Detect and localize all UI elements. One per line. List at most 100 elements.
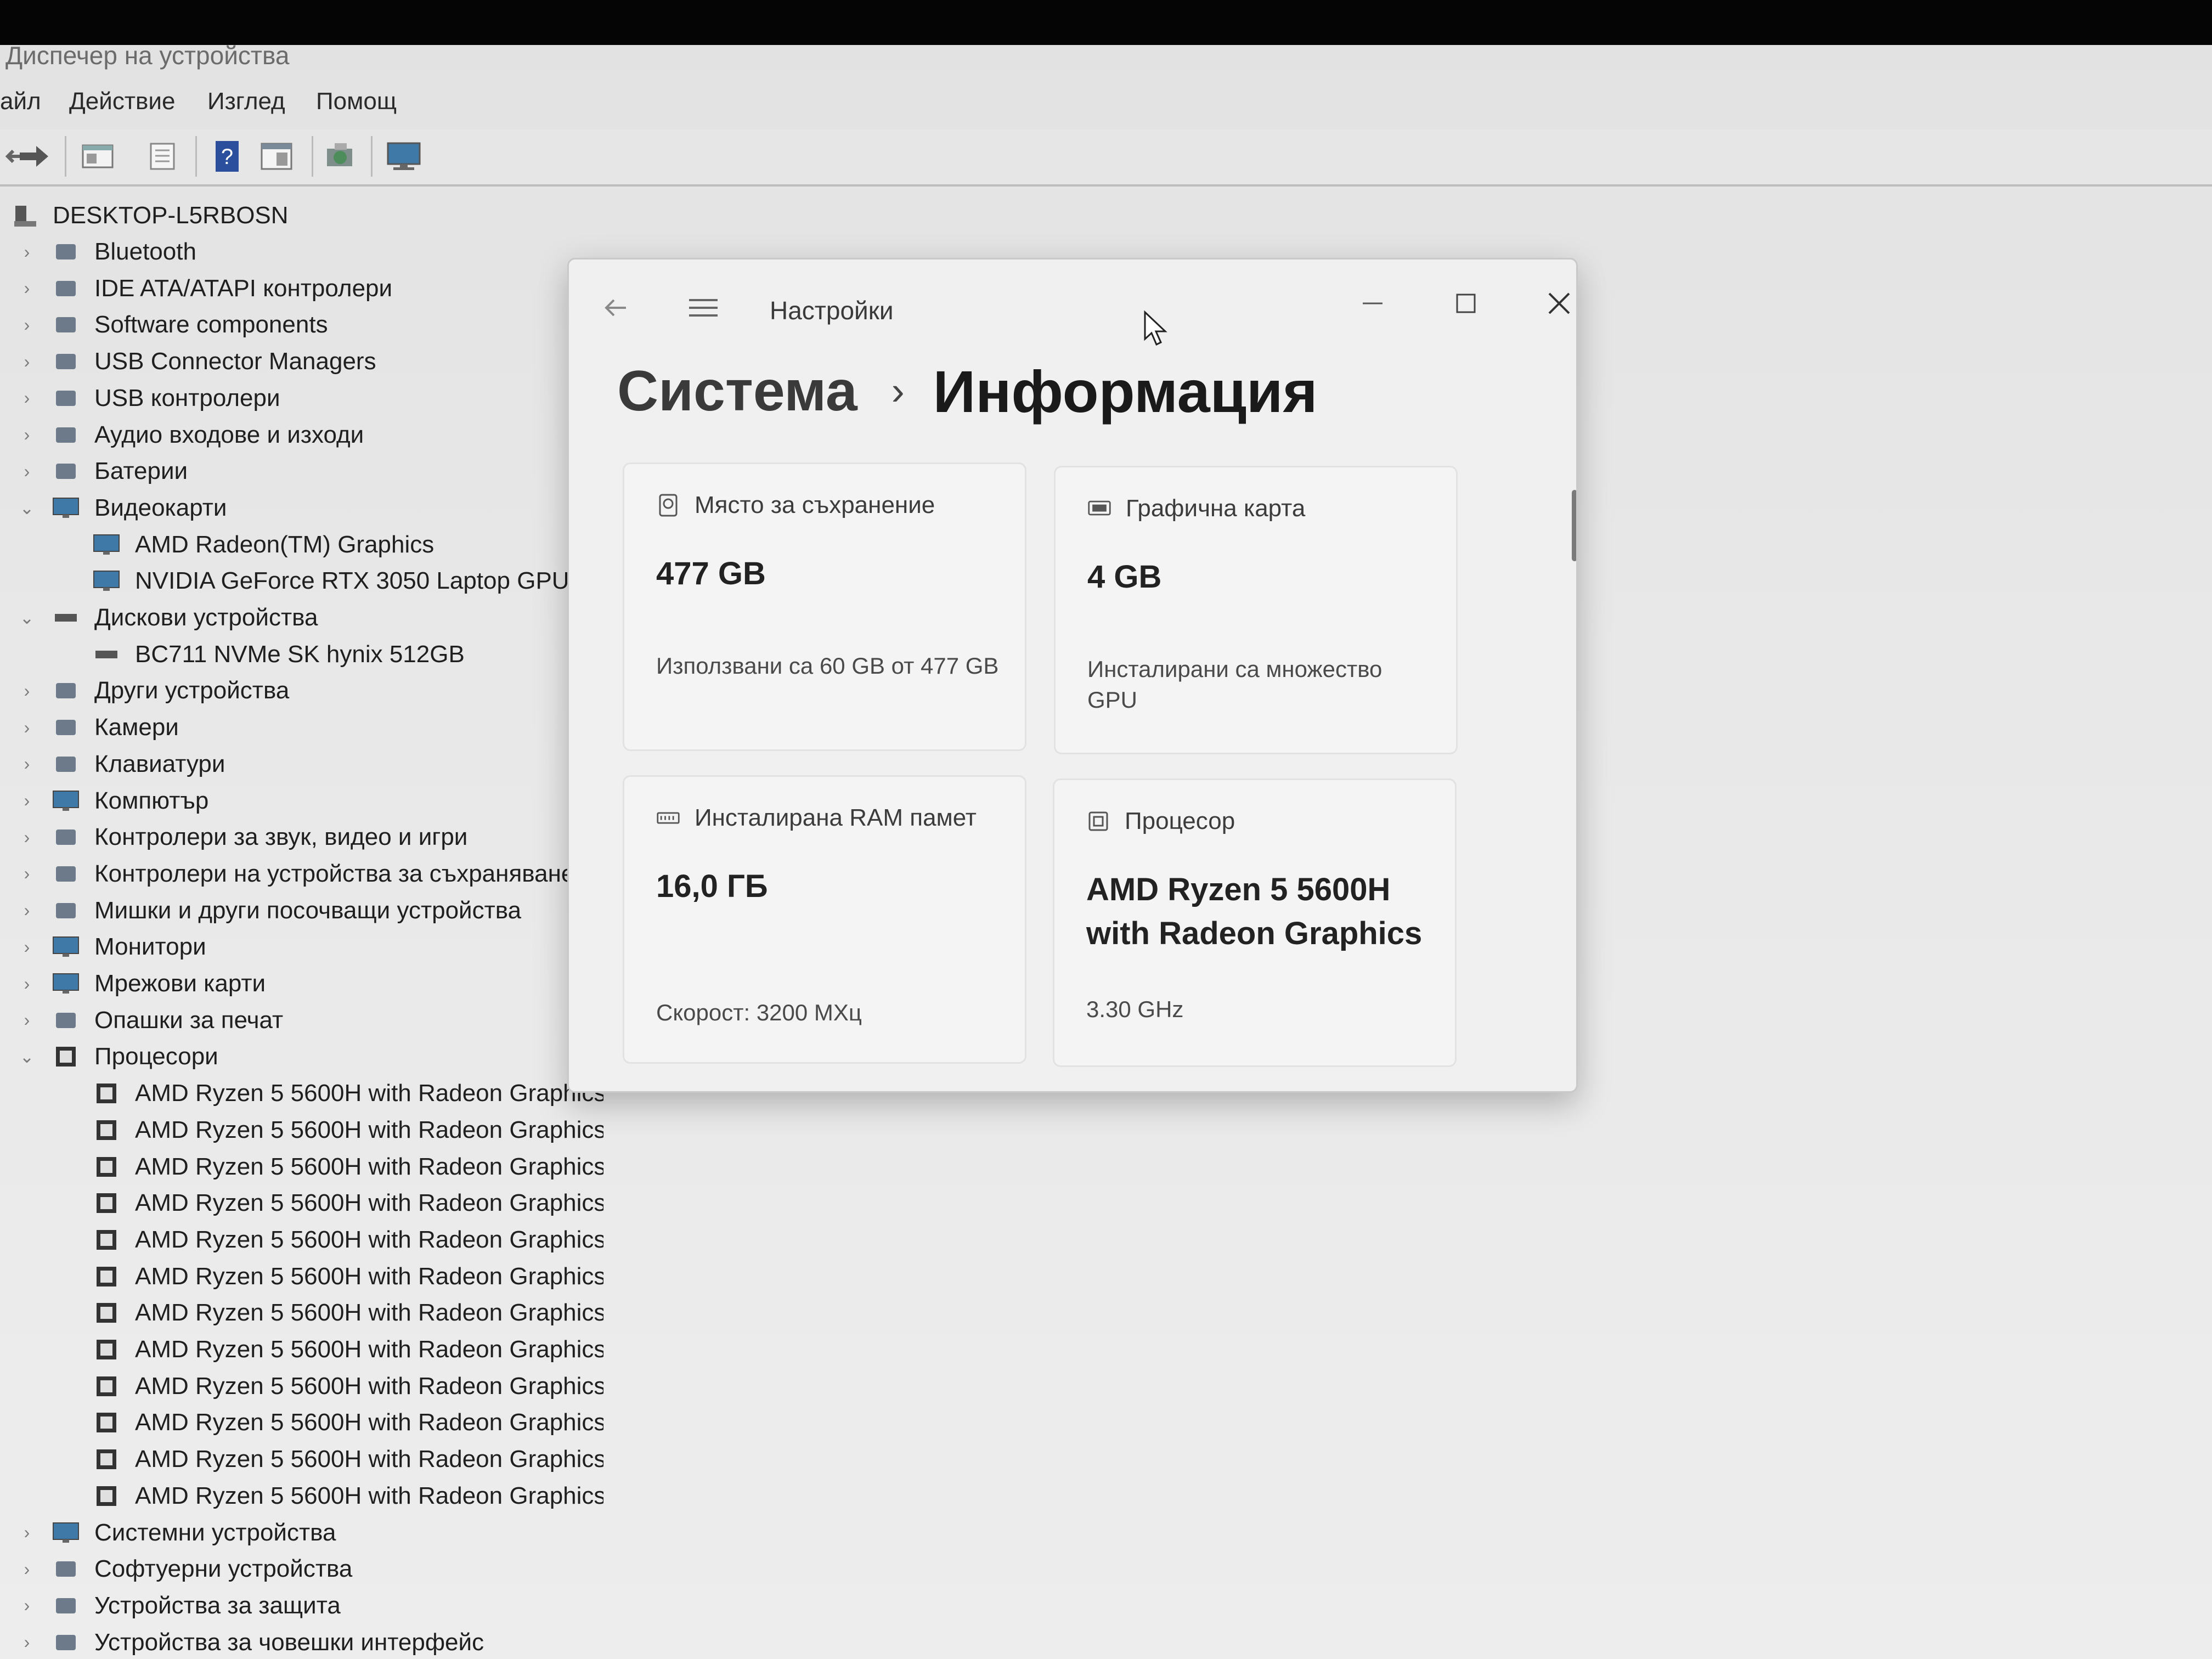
tree-root[interactable]: DESKTOP-L5RBOSN [0,198,603,234]
tree-device-row[interactable]: AMD Ryzen 5 5600H with Radeon Graphics [0,1075,603,1111]
chevron-right-icon[interactable]: › [19,1559,35,1579]
view-icon[interactable] [257,138,296,174]
tree-item-label: IDE ATA/ATAPI контролери [94,274,393,302]
tree-device-row[interactable]: AMD Ryzen 5 5600H with Radeon Graphics [0,1149,603,1185]
tree-category-row[interactable]: › Клавиатури [0,746,603,782]
help-icon[interactable]: ? [207,138,247,174]
properties-icon[interactable] [78,138,117,174]
chevron-right-icon[interactable]: › [19,974,35,994]
breadcrumb-parent[interactable]: Система [617,359,857,424]
chevron-right-icon[interactable]: › [19,388,35,408]
tree-category-row[interactable]: ⌄ Процесори [0,1039,603,1075]
tree-device-row[interactable]: AMD Ryzen 5 5600H with Radeon Graphics [0,1112,603,1148]
ram-sub: Скорост: 3200 МХц [656,1000,862,1025]
processor-sub: 3.30 GHz [1086,996,1184,1022]
tree-category-row[interactable]: › Устройства за защита [0,1588,603,1624]
chevron-right-icon[interactable]: › [19,1522,35,1543]
tree-device-row[interactable]: AMD Ryzen 5 5600H with Radeon Graphics [0,1259,603,1295]
minimize-button[interactable] [1348,281,1397,325]
tree-category-row[interactable]: › Устройства за човешки интерфейс [0,1624,603,1659]
menu-action[interactable]: Действие [69,88,175,115]
menu-help[interactable]: Помощ [316,88,397,115]
chevron-down-icon[interactable]: ⌄ [19,498,35,518]
scan-hardware-icon[interactable] [320,138,360,174]
tree-category-row[interactable]: › Батерии [0,453,603,489]
tree-category-row[interactable]: › Монитори [0,929,603,965]
chevron-right-icon[interactable]: › [19,461,35,482]
tree-device-row[interactable]: AMD Ryzen 5 5600H with Radeon Graphics [0,1222,603,1258]
back-icon[interactable] [591,286,640,330]
tree-item-label: Контролери за звук, видео и игри [94,823,468,851]
chevron-down-icon[interactable]: ⌄ [19,1046,35,1067]
tree-category-row[interactable]: › Мишки и други посочващи устройства [0,893,603,929]
display-adapter-icon [91,530,122,560]
chevron-right-icon[interactable]: › [19,315,35,335]
other-devices-icon [50,676,81,706]
chevron-right-icon[interactable]: › [19,1010,35,1030]
software-component-icon [50,310,81,340]
scrollbar-thumb[interactable] [1572,490,1576,561]
chevron-right-icon[interactable]: › [19,718,35,738]
tree-device-row[interactable]: AMD Radeon(TM) Graphics [0,527,603,563]
chevron-right-icon[interactable]: › [19,900,35,921]
processor-icon [91,1408,122,1437]
tree-category-row[interactable]: › Контролери на устройства за съхраняване [0,856,603,892]
tree-device-row[interactable]: AMD Ryzen 5 5600H with Radeon Graphics [0,1331,603,1368]
tree-category-row[interactable]: › Други устройства [0,673,603,709]
monitor-icon[interactable] [384,138,424,174]
tree-category-row[interactable]: › Bluetooth [0,234,603,270]
chevron-right-icon[interactable]: › [19,681,35,701]
chevron-right-icon[interactable]: › [19,278,35,298]
chevron-right-icon[interactable]: › [19,754,35,774]
menu-file[interactable]: айл [0,88,41,115]
chevron-right-icon[interactable]: › [19,791,35,811]
tree-item-label: AMD Ryzen 5 5600H with Radeon Graphics [135,1409,603,1436]
tree-category-row[interactable]: › Аудио входове и изходи [0,417,603,453]
chevron-right-icon[interactable]: › [19,864,35,884]
tree-category-row[interactable]: › Камери [0,709,603,746]
chevron-right-icon[interactable]: › [19,1595,35,1616]
tree-device-row[interactable]: NVIDIA GeForce RTX 3050 Laptop GPU [0,563,603,599]
camera-icon [50,713,81,742]
chevron-right-icon[interactable]: › [19,352,35,372]
processor-icon [91,1335,122,1364]
tree-item-label: Системни устройства [94,1519,336,1546]
chevron-right-icon[interactable]: › [19,425,35,445]
breadcrumb-separator: › [891,369,905,413]
hid-icon [50,1628,81,1657]
chevron-right-icon[interactable]: › [19,1632,35,1652]
tree-category-row[interactable]: › Опашки за печат [0,1002,603,1039]
tree-device-row[interactable]: AMD Ryzen 5 5600H with Radeon Graphics [0,1404,603,1441]
tree-category-row[interactable]: › Мрежови карти [0,966,603,1002]
tree-category-row[interactable]: › Software components [0,307,603,343]
maximize-button[interactable] [1441,281,1491,325]
tree-item-label: Устройства за човешки интерфейс [94,1628,484,1656]
show-hide-icon[interactable] [143,138,182,174]
tree-category-row[interactable]: ⌄ Видеокарти [0,490,603,526]
processor-label: Процесор [1125,808,1235,834]
tree-category-row[interactable]: › Контролери за звук, видео и игри [0,819,603,855]
tree-item-label: Клавиатури [94,750,225,777]
chevron-right-icon[interactable]: › [19,242,35,262]
tree-device-row[interactable]: AMD Ryzen 5 5600H with Radeon Graphics [0,1295,603,1331]
tree-category-row[interactable]: › Компютър [0,783,603,819]
tree-device-row[interactable]: AMD Ryzen 5 5600H with Radeon Graphics [0,1185,603,1221]
chevron-right-icon[interactable]: › [19,827,35,848]
close-button[interactable] [1534,281,1576,325]
hamburger-menu-icon[interactable] [679,286,728,330]
tree-category-row[interactable]: › Системни устройства [0,1515,603,1551]
tree-category-row[interactable]: › IDE ATA/ATAPI контролери [0,270,603,307]
tree-category-row[interactable]: › USB контролери [0,380,603,416]
tree-category-row[interactable]: › USB Connector Managers [0,343,603,380]
forward-arrow-icon[interactable] [14,138,54,174]
menu-view[interactable]: Изглед [207,88,285,115]
tree-device-row[interactable]: AMD Ryzen 5 5600H with Radeon Graphics [0,1441,603,1477]
processor-icon [91,1079,122,1108]
tree-device-row[interactable]: AMD Ryzen 5 5600H with Radeon Graphics [0,1368,603,1404]
chevron-right-icon[interactable]: › [19,937,35,957]
chevron-down-icon[interactable]: ⌄ [19,607,35,628]
tree-device-row[interactable]: BC711 NVMe SK hynix 512GB [0,636,603,673]
tree-category-row[interactable]: ⌄ Дискови устройства [0,600,603,636]
tree-category-row[interactable]: › Софтуерни устройства [0,1551,603,1587]
tree-device-row[interactable]: AMD Ryzen 5 5600H with Radeon Graphics [0,1478,603,1514]
